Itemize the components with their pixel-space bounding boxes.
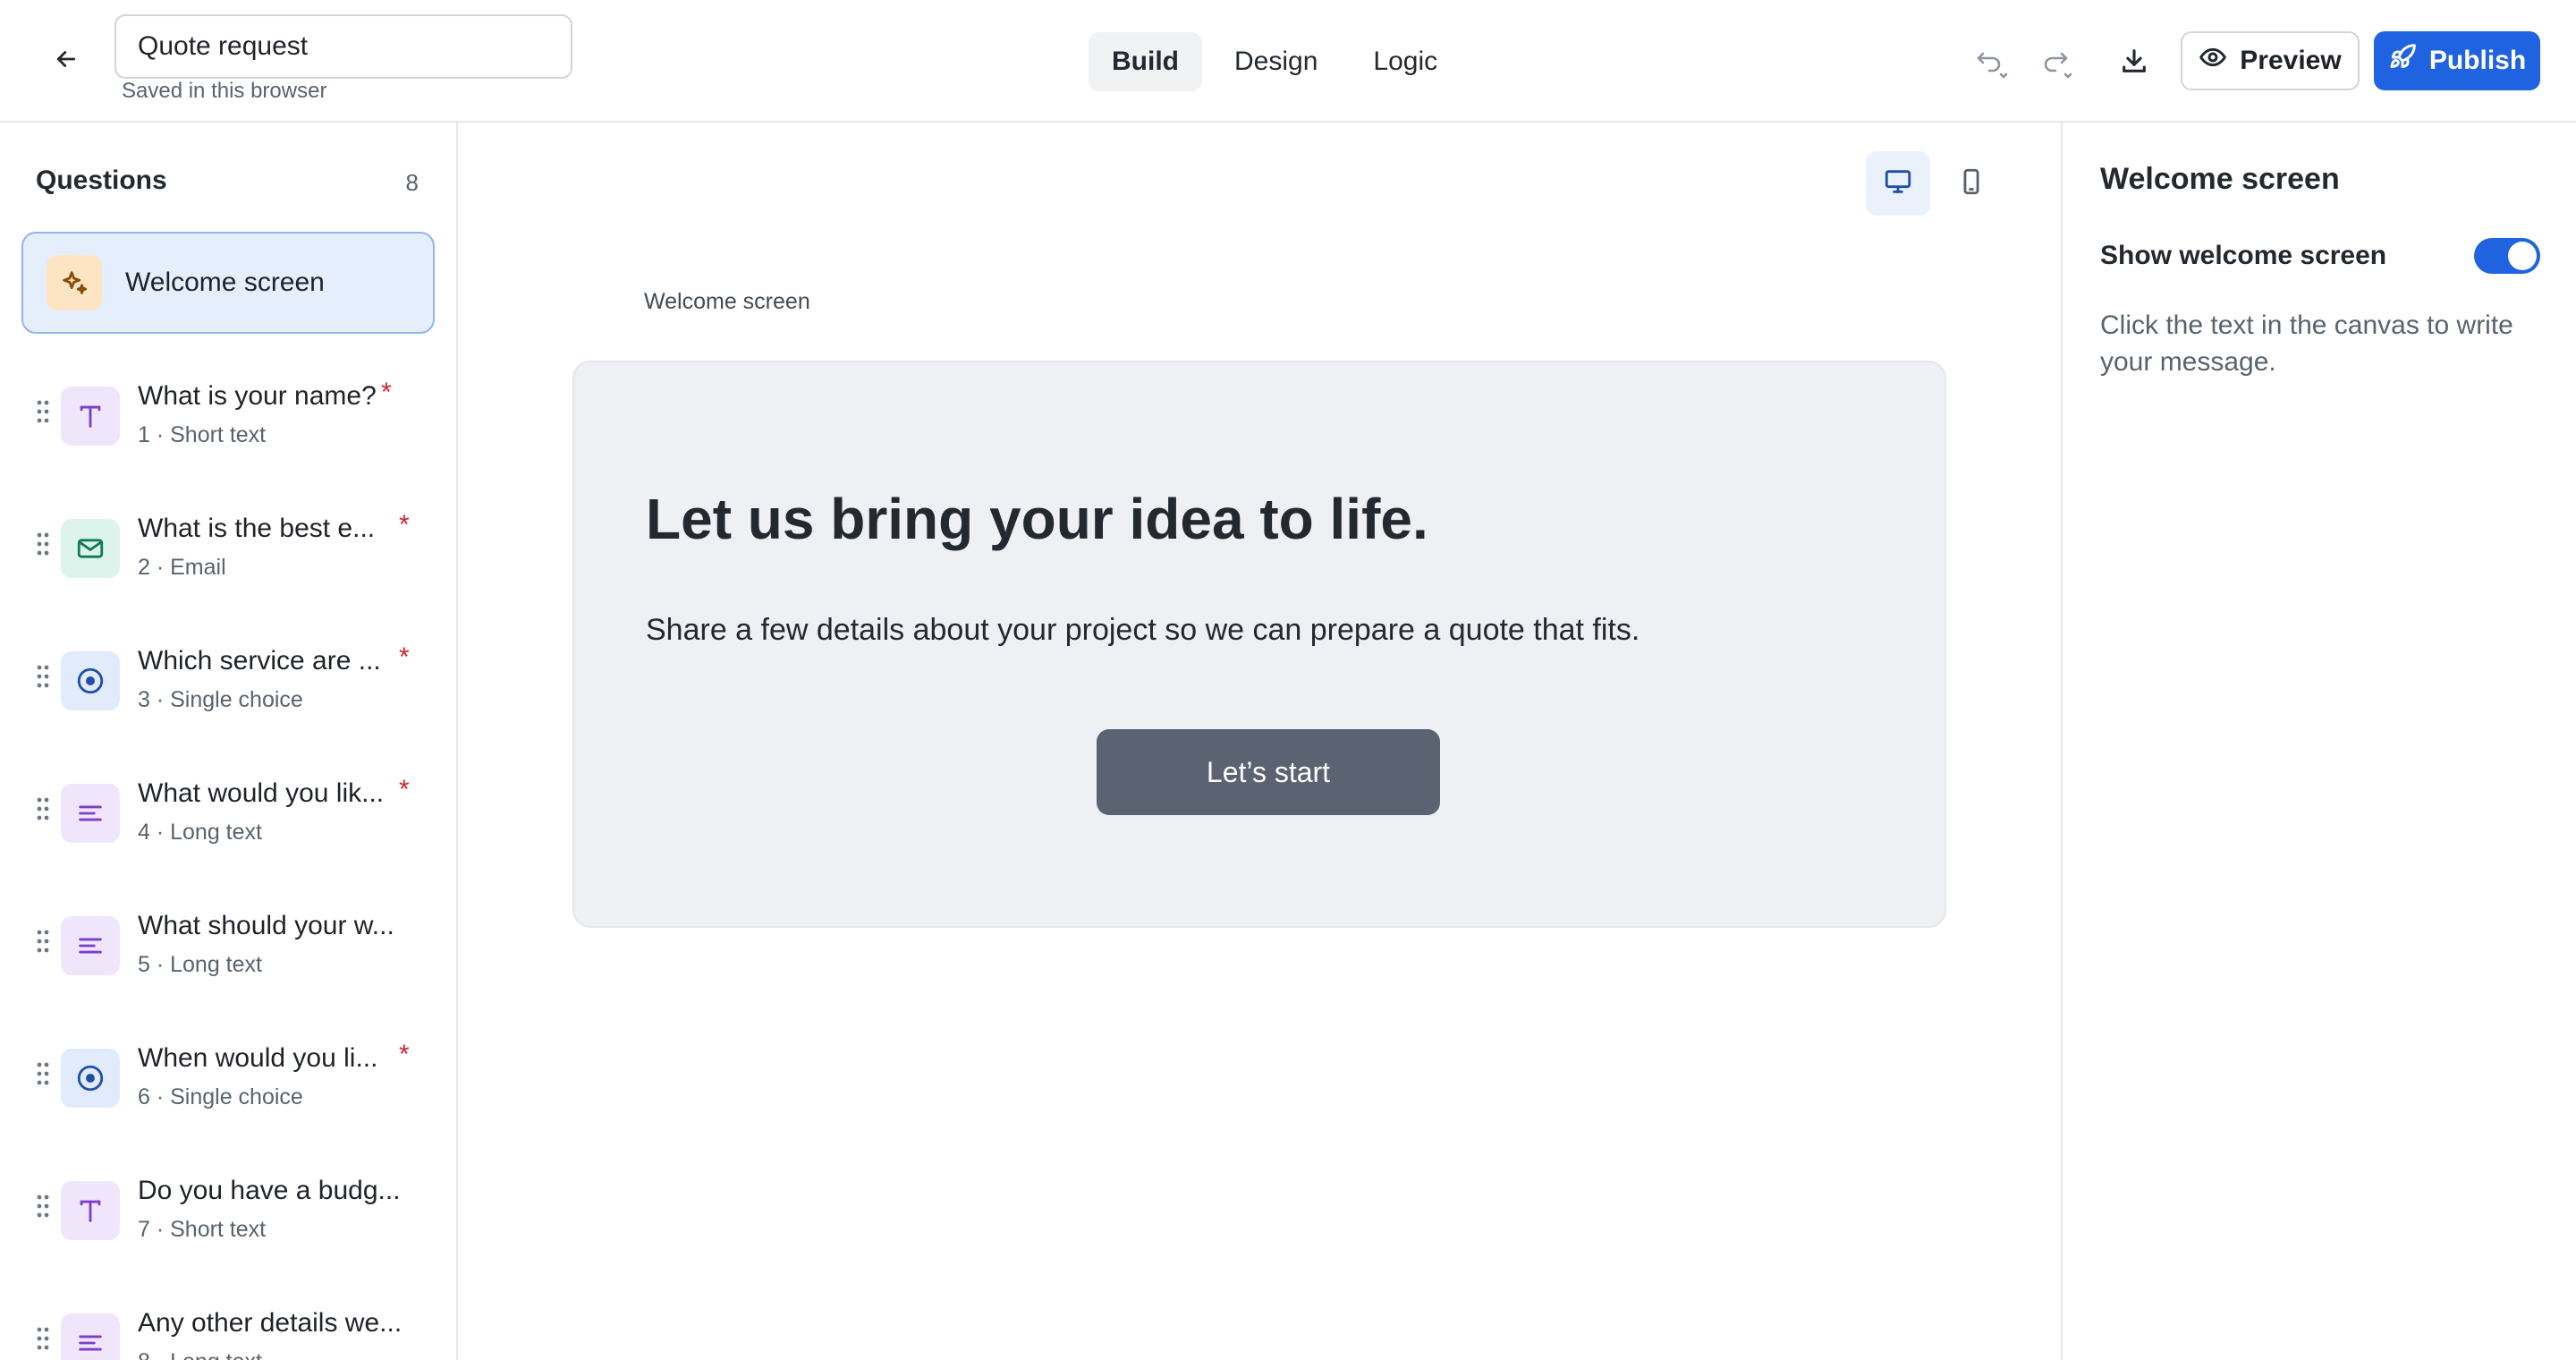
toggle-label: Show welcome screen xyxy=(2100,241,2387,270)
welcome-screen-card: Let us bring your idea to life. Share a … xyxy=(572,361,1946,928)
questions-count: 8 xyxy=(405,169,419,196)
sparkle-icon xyxy=(47,255,102,310)
question-subtitle: 8 · Long text xyxy=(138,1349,262,1360)
redo-icon xyxy=(2038,41,2077,85)
text-icon xyxy=(61,1181,120,1240)
tab-build[interactable]: Build xyxy=(1089,32,1202,91)
mobile-icon xyxy=(1956,166,1987,201)
radio-icon xyxy=(61,651,120,710)
question-title: What should your w... xyxy=(138,911,394,940)
top-bar: Saved in this browser Build Design Logic… xyxy=(0,0,2576,123)
eye-icon xyxy=(2199,43,2227,79)
drag-handle-icon[interactable] xyxy=(36,1194,50,1219)
required-marker: * xyxy=(399,642,410,672)
required-marker: * xyxy=(399,1040,410,1069)
question-item[interactable]: Do you have a budg... 7 · Short text xyxy=(0,1136,456,1269)
mobile-view-button[interactable] xyxy=(1939,151,2004,216)
required-marker: * xyxy=(399,775,410,804)
show-welcome-toggle[interactable] xyxy=(2474,238,2540,274)
device-toggle xyxy=(1866,151,2004,216)
text-icon xyxy=(61,387,120,446)
download-icon xyxy=(2119,46,2149,81)
welcome-headline[interactable]: Let us bring your idea to life. xyxy=(646,486,1428,552)
question-title: When would you li... xyxy=(138,1043,378,1073)
question-subtitle: 3 · Single choice xyxy=(138,687,303,712)
question-title: What would you lik... xyxy=(138,778,385,808)
question-item[interactable]: What would you lik... * 4 · Long text xyxy=(0,739,456,871)
question-title: What is your name? xyxy=(138,381,377,411)
canvas-section-label: Welcome screen xyxy=(644,289,810,314)
radio-icon xyxy=(61,1049,120,1108)
question-title: Which service are ... xyxy=(138,646,381,676)
panel-help-text: Click the text in the canvas to write yo… xyxy=(2100,310,2513,377)
preview-button[interactable]: Preview xyxy=(2181,31,2360,90)
question-subtitle: 6 · Single choice xyxy=(138,1084,303,1109)
panel-title: Welcome screen xyxy=(2100,162,2340,196)
tab-logic[interactable]: Logic xyxy=(1350,32,1461,91)
questions-heading: Questions xyxy=(36,166,167,195)
welcome-description[interactable]: Share a few details about your project s… xyxy=(646,613,1640,648)
question-item[interactable]: When would you li... * 6 · Single choice xyxy=(0,1004,456,1136)
redo-button[interactable] xyxy=(2038,43,2077,82)
saved-status: Saved in this browser xyxy=(122,79,327,103)
sidebar-item-welcome-screen[interactable]: Welcome screen xyxy=(21,232,435,334)
question-subtitle: 5 · Long text xyxy=(138,952,262,977)
question-subtitle: 4 · Long text xyxy=(138,820,262,845)
form-canvas: Welcome screen Let us bring your idea to… xyxy=(458,123,2061,1360)
mode-tabs: Build Design Logic xyxy=(1089,32,1461,91)
settings-panel: Welcome screen Show welcome screen Click… xyxy=(2061,123,2576,1360)
question-title: Any other details we... xyxy=(138,1308,402,1338)
desktop-view-button[interactable] xyxy=(1866,151,1930,216)
toggle-knob xyxy=(2508,242,2537,270)
welcome-item-label: Welcome screen xyxy=(125,268,325,297)
drag-handle-icon[interactable] xyxy=(36,796,50,821)
questions-sidebar: Questions 8 Welcome screen What is your … xyxy=(0,123,458,1360)
drag-handle-icon[interactable] xyxy=(36,399,50,424)
paragraph-icon xyxy=(61,784,120,843)
question-subtitle: 1 · Short text xyxy=(138,422,267,447)
undo-button[interactable] xyxy=(1973,43,2012,82)
drag-handle-icon[interactable] xyxy=(36,664,50,689)
mail-icon xyxy=(61,519,120,578)
required-marker: * xyxy=(381,378,392,407)
arrow-left-icon xyxy=(53,46,80,77)
drag-handle-icon[interactable] xyxy=(36,531,50,557)
required-marker: * xyxy=(399,510,410,540)
desktop-icon xyxy=(1883,166,1913,201)
drag-handle-icon[interactable] xyxy=(36,1061,50,1086)
question-subtitle: 2 · Email xyxy=(138,555,226,580)
undo-icon xyxy=(1973,41,2012,85)
publish-label: Publish xyxy=(2428,46,2527,75)
form-title-input[interactable] xyxy=(114,14,572,79)
question-item[interactable]: Any other details we... 8 · Long text xyxy=(0,1269,456,1360)
rocket-icon xyxy=(2388,43,2417,79)
question-item[interactable]: What is your name? * 1 · Short text xyxy=(0,342,456,474)
question-item[interactable]: What should your w... 5 · Long text xyxy=(0,871,456,1004)
question-subtitle: 7 · Short text xyxy=(138,1217,267,1242)
tab-design[interactable]: Design xyxy=(1211,32,1341,91)
preview-label: Preview xyxy=(2240,46,2342,75)
drag-handle-icon[interactable] xyxy=(36,1326,50,1351)
paragraph-icon xyxy=(61,1313,120,1360)
drag-handle-icon[interactable] xyxy=(36,929,50,954)
paragraph-icon xyxy=(61,916,120,975)
download-button[interactable] xyxy=(2114,43,2154,82)
question-title: Do you have a budg... xyxy=(138,1176,401,1205)
question-item[interactable]: What is the best e... * 2 · Email xyxy=(0,474,456,607)
question-item[interactable]: Which service are ... * 3 · Single choic… xyxy=(0,607,456,739)
start-button[interactable]: Let’s start xyxy=(1097,729,1440,815)
back-button[interactable] xyxy=(47,41,86,81)
question-title: What is the best e... xyxy=(138,514,376,543)
publish-button[interactable]: Publish xyxy=(2374,31,2540,90)
